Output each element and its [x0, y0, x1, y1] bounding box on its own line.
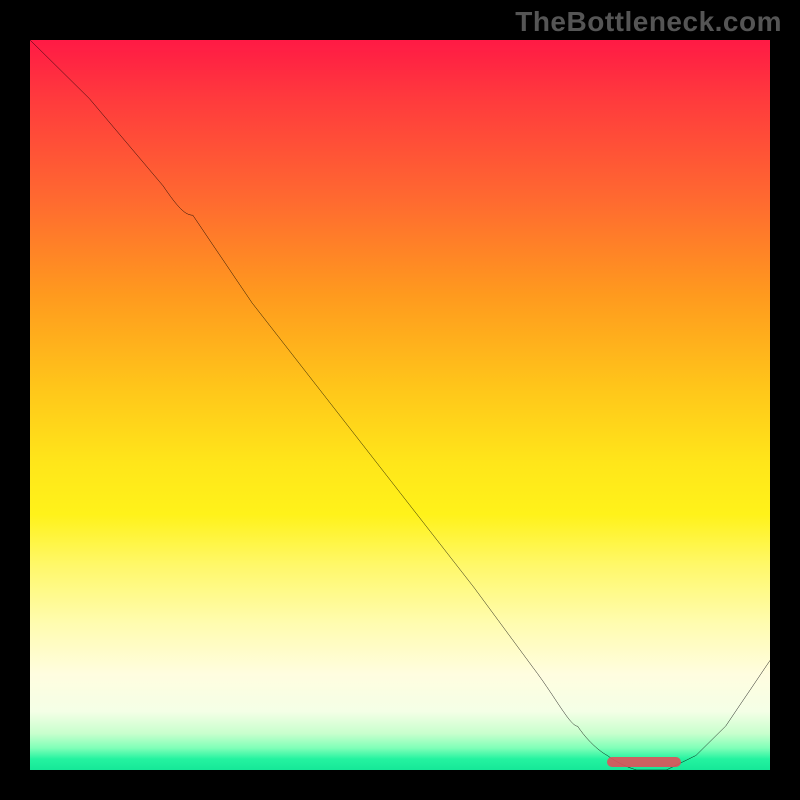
bottleneck-curve	[30, 40, 770, 770]
plot-area	[30, 40, 770, 770]
watermark-text: TheBottleneck.com	[515, 6, 782, 38]
optimal-range-marker	[607, 757, 681, 767]
chart-stage: TheBottleneck.com	[0, 0, 800, 800]
